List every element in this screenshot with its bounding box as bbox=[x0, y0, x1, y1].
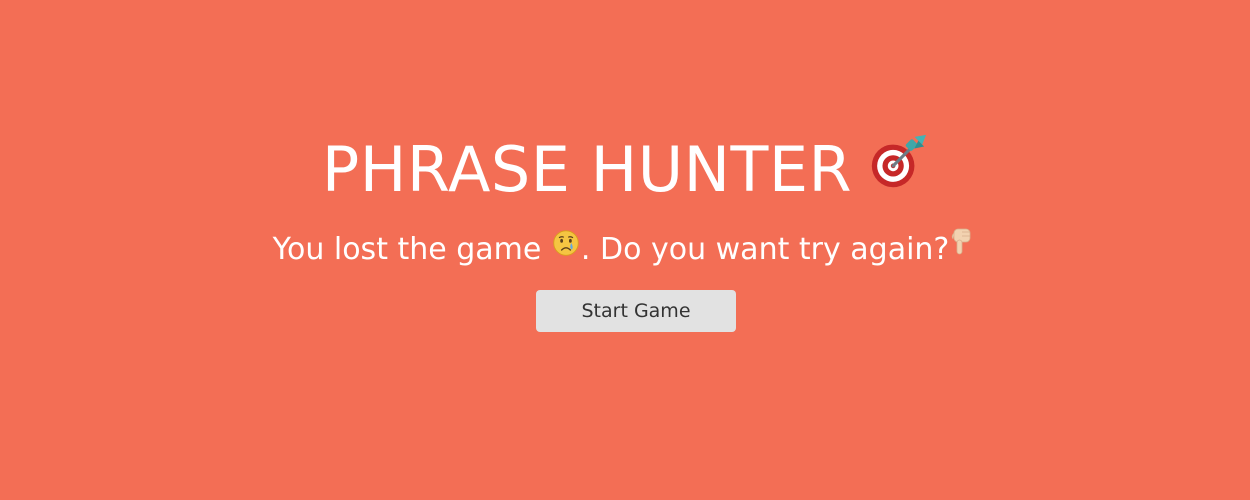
page-title: PHRASE HUNTER bbox=[0, 134, 1250, 212]
game-result-message: You lost the game . Do you want try agai… bbox=[0, 228, 1250, 273]
game-overlay: PHRASE HUNTER You lost the game . Do you… bbox=[0, 0, 1250, 500]
start-game-button[interactable]: Start Game bbox=[536, 290, 736, 332]
message-text-part2: . Do you want try again? bbox=[580, 232, 950, 267]
dart-target-icon bbox=[866, 131, 928, 208]
title-text: PHRASE HUNTER bbox=[321, 133, 853, 206]
pointing-down-icon bbox=[950, 226, 976, 270]
crying-face-icon bbox=[552, 226, 580, 270]
message-text-part1: You lost the game bbox=[272, 232, 542, 267]
